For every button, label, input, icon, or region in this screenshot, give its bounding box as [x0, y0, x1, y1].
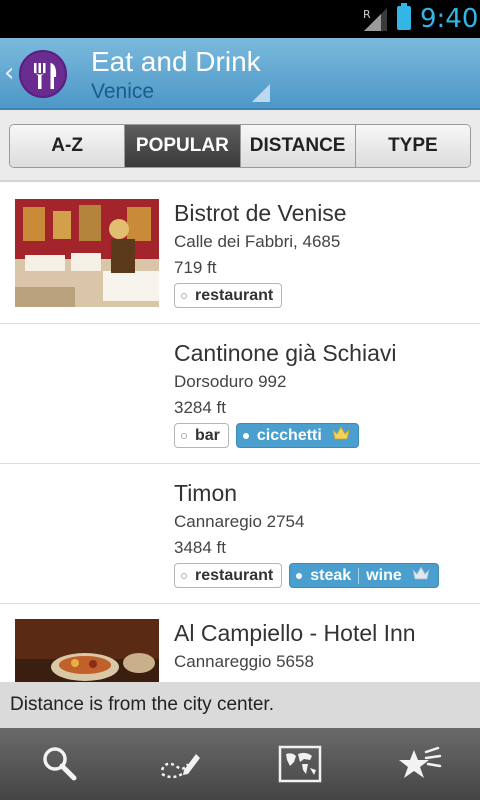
tag-label: cicchetti: [256, 426, 322, 444]
status-bar: R 9:40: [0, 0, 480, 38]
tab-a-z[interactable]: A-Z: [10, 125, 125, 167]
search-icon: [43, 747, 77, 781]
tag-restaurant: restaurant: [174, 563, 283, 588]
tag-label: bar: [195, 426, 220, 444]
place-address: Dorsoduro 992: [174, 372, 287, 391]
crown-icon: [412, 566, 430, 585]
tag-label: restaurant: [195, 566, 274, 584]
place-distance: 3484 ft: [174, 538, 226, 557]
place-name: Cantinone già Schiavi: [174, 340, 397, 366]
tag-separator: [358, 567, 360, 584]
place-tags: restaurant: [174, 283, 283, 308]
tab-popular[interactable]: POPULAR: [124, 125, 240, 167]
place-distance: 719 ft: [174, 258, 217, 277]
place-name: Bistrot de Venise: [174, 200, 347, 226]
list-item[interactable]: Bistrot de Venise Calle dei Fabbri, 4685…: [0, 184, 480, 324]
favorites-button[interactable]: [360, 728, 480, 800]
search-button[interactable]: [0, 728, 120, 800]
tag-label: wine: [366, 566, 402, 584]
places-list: Bistrot de Venise Calle dei Fabbri, 4685…: [0, 184, 480, 744]
map-button[interactable]: [240, 728, 360, 800]
place-name: Timon: [174, 480, 238, 506]
draw-route-button[interactable]: [120, 728, 240, 800]
tag-label: restaurant: [195, 286, 274, 304]
tab-distance[interactable]: DISTANCE: [239, 125, 355, 167]
fork-knife-icon[interactable]: [19, 50, 67, 98]
tag-cicchetti: cicchetti: [235, 423, 359, 448]
distance-note: Distance is from the city center.: [0, 682, 480, 728]
signal-icon: R: [363, 8, 387, 31]
place-photo: [15, 199, 159, 307]
place-address: Cannaregio 2754: [174, 512, 305, 531]
list-item[interactable]: Cantinone già Schiavi Dorsoduro 992 3284…: [0, 324, 480, 464]
favorites-star-icon: [399, 746, 442, 778]
svg-text:R: R: [363, 8, 371, 21]
list-item[interactable]: Timon Cannaregio 2754 3484 ft restaurant…: [0, 464, 480, 604]
tag-bar: bar: [174, 423, 229, 448]
dropdown-corner-icon[interactable]: [252, 84, 270, 102]
place-tags: bar cicchetti: [174, 423, 359, 448]
bottom-toolbar: [0, 728, 480, 800]
sort-tabs: A-Z POPULAR DISTANCE TYPE: [9, 124, 471, 168]
tag-steak-wine: steak wine: [289, 563, 439, 588]
battery-icon: [397, 3, 411, 30]
city-selector[interactable]: Venice: [91, 80, 154, 104]
sort-tabs-bar: A-Z POPULAR DISTANCE TYPE: [0, 110, 480, 182]
tag-hole-icon: [296, 573, 303, 579]
tag-hole-icon: [181, 293, 187, 299]
page-title: Eat and Drink: [91, 46, 261, 77]
draw-route-icon: [160, 754, 200, 779]
place-address: Calle dei Fabbri, 4685: [174, 232, 341, 251]
back-chevron-icon[interactable]: ‹: [4, 58, 14, 88]
app-header: ‹ Eat and Drink Venice: [0, 38, 480, 110]
clock: 9:40: [420, 4, 479, 34]
tag-restaurant: restaurant: [174, 283, 283, 308]
place-distance: 3284 ft: [174, 398, 226, 417]
place-name: Al Campiello - Hotel Inn: [174, 620, 416, 646]
tab-type[interactable]: TYPE: [354, 125, 470, 167]
place-tags: restaurant steak wine: [174, 563, 439, 588]
crown-icon: [332, 426, 350, 445]
tag-hole-icon: [181, 433, 187, 439]
tag-hole-icon: [242, 433, 249, 439]
world-map-icon: [278, 745, 322, 783]
tag-hole-icon: [181, 573, 187, 579]
place-address: Cannareggio 5658: [174, 652, 314, 671]
tag-label: steak: [310, 566, 352, 584]
